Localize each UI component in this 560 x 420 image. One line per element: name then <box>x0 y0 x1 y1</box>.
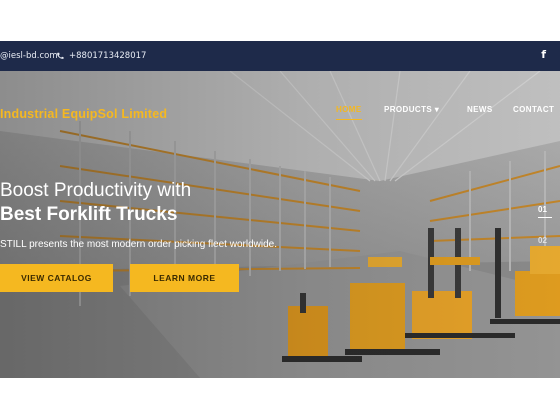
nav-products[interactable]: PRODUCTS ▾ <box>384 105 439 114</box>
hero-banner: Industrial EquipSol Limited HOME PRODUCT… <box>0 71 560 378</box>
email-link[interactable]: @iesl-bd.com <box>0 51 58 61</box>
page-bottom-area <box>0 378 560 420</box>
nav-home[interactable]: HOME <box>336 105 362 120</box>
phone-icon <box>57 52 64 59</box>
slide-indicator-line <box>538 217 552 218</box>
hero-headline-line2: Best Forklift Trucks <box>0 204 178 225</box>
nav-contact[interactable]: CONTACT <box>513 105 554 114</box>
hero-subheading: STILL presents the most modern order pic… <box>0 239 277 250</box>
slide-indicator-current[interactable]: 01 <box>538 205 547 214</box>
site-logo[interactable]: Industrial EquipSol Limited <box>0 107 167 121</box>
nav-news[interactable]: NEWS <box>467 105 493 114</box>
phone-number: +8801713428017 <box>69 51 147 61</box>
phone-link[interactable]: +8801713428017 <box>56 51 146 61</box>
view-catalog-button[interactable]: VIEW CATALOG <box>0 264 113 292</box>
hero-headline-line1: Boost Productivity with <box>0 180 192 201</box>
top-info-bar: @iesl-bd.com +8801713428017 f <box>0 41 560 71</box>
learn-more-button[interactable]: LEARN MORE <box>130 264 239 292</box>
slide-indicator-next[interactable]: 02 <box>538 236 547 245</box>
facebook-icon[interactable]: f <box>541 48 546 61</box>
